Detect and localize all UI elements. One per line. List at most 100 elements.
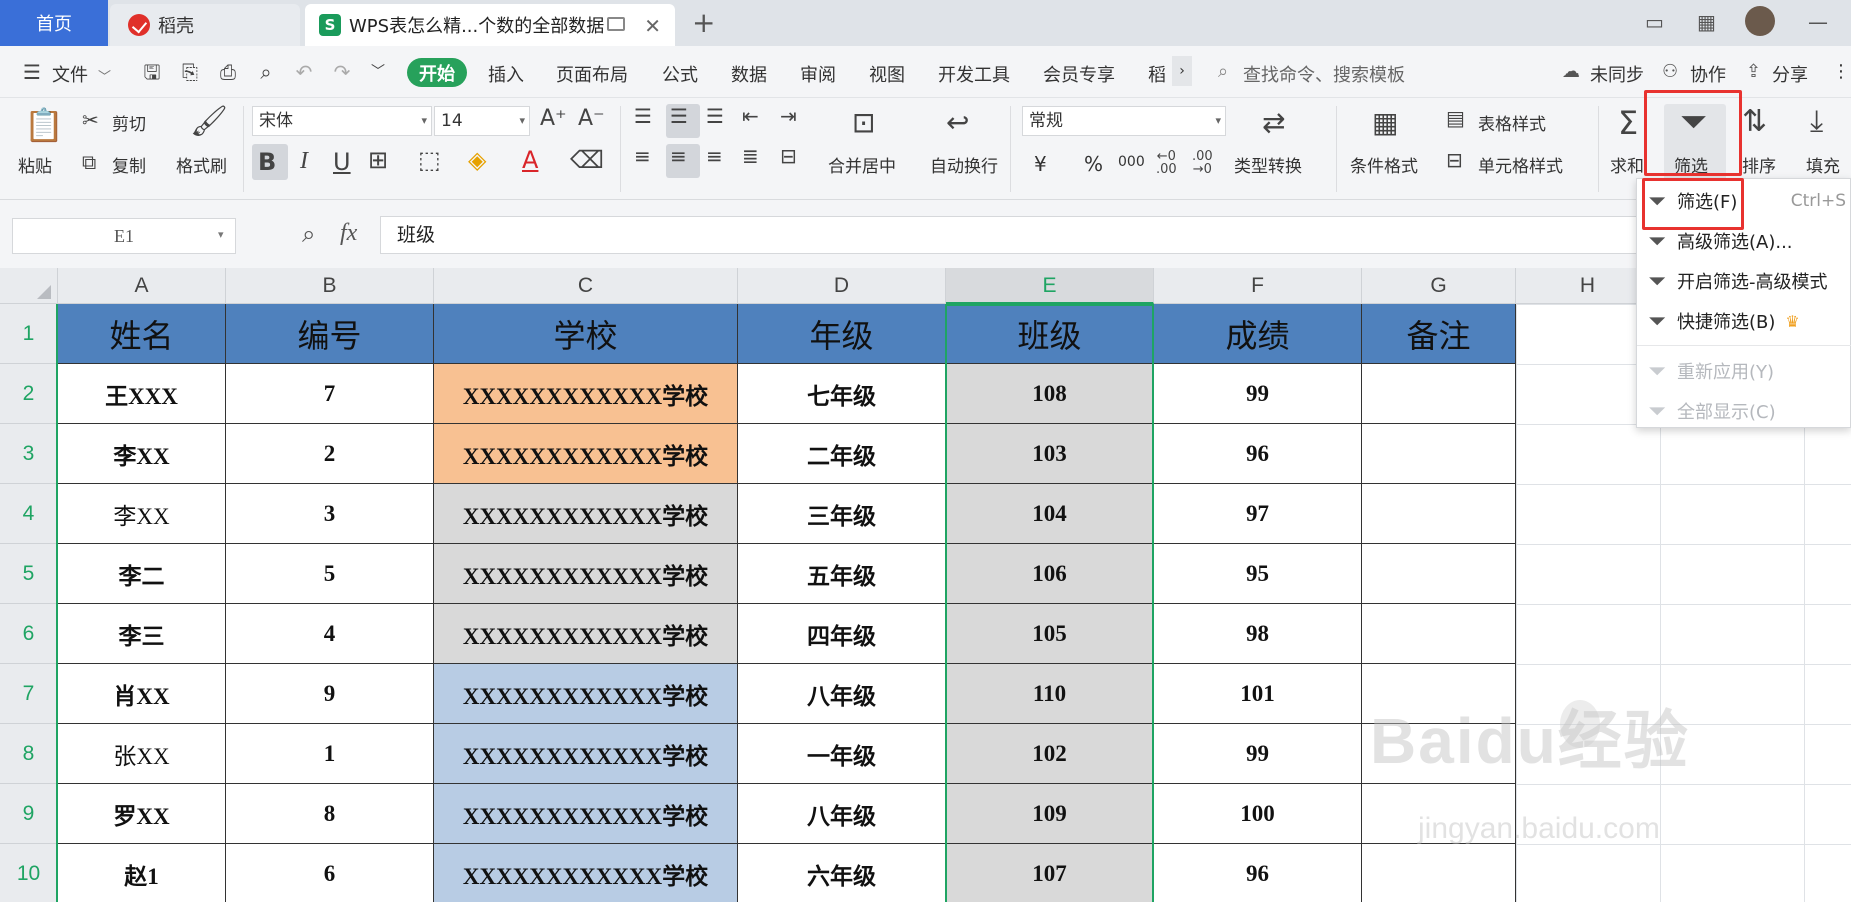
row-header-10[interactable]: 10	[0, 844, 58, 902]
table-cell[interactable]: 105	[946, 604, 1154, 664]
row-header-4[interactable]: 4	[0, 484, 58, 544]
formula-input[interactable]: 班级	[380, 216, 1851, 254]
table-cell[interactable]: 6	[226, 844, 434, 902]
column-header-f[interactable]: F	[1154, 268, 1362, 304]
menu-formula[interactable]: 公式	[662, 61, 698, 87]
tab-home[interactable]: 首页	[0, 0, 108, 46]
table-cell[interactable]: 张XX	[58, 724, 226, 784]
fill-style-icon[interactable]: ⬚	[418, 146, 441, 174]
table-cell[interactable]: 96	[1154, 424, 1362, 484]
monitor-icon[interactable]	[607, 17, 625, 31]
table-cell[interactable]: 李三	[58, 604, 226, 664]
table-style-button[interactable]: 表格样式	[1478, 110, 1546, 135]
table-cell[interactable]: 101	[1154, 664, 1362, 724]
indent-decrease-icon[interactable]: ⇤	[742, 104, 759, 128]
menu-item-filter-advanced-mode[interactable]: ⏷ 开启筛选-高级模式	[1637, 261, 1851, 301]
table-cell[interactable]: 5	[226, 544, 434, 604]
table-cell[interactable]: 104	[946, 484, 1154, 544]
paste-icon[interactable]: 📋	[24, 106, 64, 144]
table-cell[interactable]: 六年级	[738, 844, 946, 902]
menu-member[interactable]: 会员专享	[1043, 61, 1115, 87]
table-cell[interactable]: 8	[226, 784, 434, 844]
close-tab-icon[interactable]: ✕	[644, 14, 661, 38]
menu-view[interactable]: 视图	[869, 61, 905, 87]
table-cell[interactable]: 王XXX	[58, 364, 226, 424]
table-cell[interactable]: 八年级	[738, 664, 946, 724]
table-header-cell[interactable]: 成绩	[1154, 304, 1362, 364]
row-header-7[interactable]: 7	[0, 664, 58, 724]
menu-developer[interactable]: 开发工具	[938, 61, 1010, 87]
font-size-select[interactable]: 14 ▾	[434, 106, 530, 136]
table-cell[interactable]: 3	[226, 484, 434, 544]
table-cell[interactable]: 罗XX	[58, 784, 226, 844]
sort-button[interactable]: 排序	[1742, 152, 1776, 177]
table-cell[interactable]: 96	[1154, 844, 1362, 902]
fill-button[interactable]: 填充	[1806, 152, 1840, 177]
row-header-9[interactable]: 9	[0, 784, 58, 844]
table-cell[interactable]: 李XX	[58, 424, 226, 484]
table-cell[interactable]: XXXXXXXXXXXX学校	[434, 424, 738, 484]
customize-toolbar-icon[interactable]: ﹀	[366, 60, 390, 84]
number-format-select[interactable]: 常规 ▾	[1022, 106, 1226, 136]
table-header-cell[interactable]: 班级	[946, 304, 1154, 364]
table-header-cell[interactable]: 编号	[226, 304, 434, 364]
align-right-icon[interactable]: ≡	[706, 144, 723, 168]
column-header-g[interactable]: G	[1362, 268, 1516, 304]
menu-file[interactable]: 文件	[52, 61, 88, 87]
underline-icon[interactable]: U	[333, 148, 351, 176]
align-bottom-icon[interactable]: ☰	[706, 104, 724, 128]
thousands-button[interactable]: 000	[1118, 154, 1145, 170]
redo-icon[interactable]: ↷	[330, 60, 354, 84]
table-cell[interactable]: 7	[226, 364, 434, 424]
italic-icon[interactable]: I	[300, 148, 308, 175]
menu-page-layout[interactable]: 页面布局	[556, 61, 628, 87]
table-cell[interactable]: 四年级	[738, 604, 946, 664]
table-cell[interactable]: 97	[1154, 484, 1362, 544]
sync-status[interactable]: 未同步	[1590, 61, 1644, 87]
table-cell[interactable]: 98	[1154, 604, 1362, 664]
table-header-cell[interactable]: 备注	[1362, 304, 1516, 364]
share-button[interactable]: 分享	[1772, 61, 1808, 87]
column-header-d[interactable]: D	[738, 268, 946, 304]
table-cell[interactable]: 一年级	[738, 724, 946, 784]
new-tab-button[interactable]: +	[692, 6, 715, 39]
table-cell[interactable]: 2	[226, 424, 434, 484]
align-top-icon[interactable]: ☰	[634, 104, 652, 128]
name-box-dropdown-icon[interactable]: ▾	[218, 228, 224, 241]
row-header-5[interactable]: 5	[0, 544, 58, 604]
table-cell[interactable]: XXXXXXXXXXXX学校	[434, 664, 738, 724]
table-cell[interactable]: 1	[226, 724, 434, 784]
print-icon[interactable]: ⎙	[216, 60, 240, 84]
align-left-icon[interactable]: ≡	[634, 144, 651, 168]
zoom-search-icon[interactable]: ⌕	[302, 220, 315, 248]
align-middle-icon[interactable]: ☰	[670, 104, 688, 128]
row-header-3[interactable]: 3	[0, 424, 58, 484]
table-cell[interactable]: 95	[1154, 544, 1362, 604]
table-cell[interactable]: 99	[1154, 724, 1362, 784]
increase-font-icon[interactable]: A⁺	[540, 106, 567, 131]
grid-apps-icon[interactable]: ▦	[1697, 10, 1716, 34]
border-icon[interactable]: ⊞	[368, 146, 388, 174]
table-cell[interactable]: 八年级	[738, 784, 946, 844]
table-header-cell[interactable]: 学校	[434, 304, 738, 364]
fx-icon[interactable]: fx	[340, 220, 357, 247]
row-header-2[interactable]: 2	[0, 364, 58, 424]
table-cell[interactable]: 三年级	[738, 484, 946, 544]
type-convert-button[interactable]: 类型转换	[1234, 152, 1302, 177]
window-layout-icon[interactable]: ▭	[1645, 10, 1664, 34]
row-header-6[interactable]: 6	[0, 604, 58, 664]
collab-button[interactable]: 协作	[1690, 61, 1726, 87]
copy-button[interactable]: 复制	[112, 152, 146, 177]
table-cell[interactable]: XXXXXXXXXXXX学校	[434, 604, 738, 664]
table-cell[interactable]: 肖XX	[58, 664, 226, 724]
row-header-8[interactable]: 8	[0, 724, 58, 784]
table-cell[interactable]: XXXXXXXXXXXX学校	[434, 544, 738, 604]
font-color-icon[interactable]: A	[522, 146, 538, 174]
tab-daoke[interactable]: 稻壳	[110, 4, 300, 46]
conditional-format-button[interactable]: 条件格式	[1350, 152, 1418, 177]
table-cell[interactable]: 99	[1154, 364, 1362, 424]
row-header-1[interactable]: 1	[0, 304, 58, 364]
eraser-icon[interactable]: ⌫	[570, 146, 604, 174]
percent-button[interactable]: %	[1084, 152, 1103, 176]
export-pdf-icon[interactable]: ⎘	[178, 60, 202, 84]
